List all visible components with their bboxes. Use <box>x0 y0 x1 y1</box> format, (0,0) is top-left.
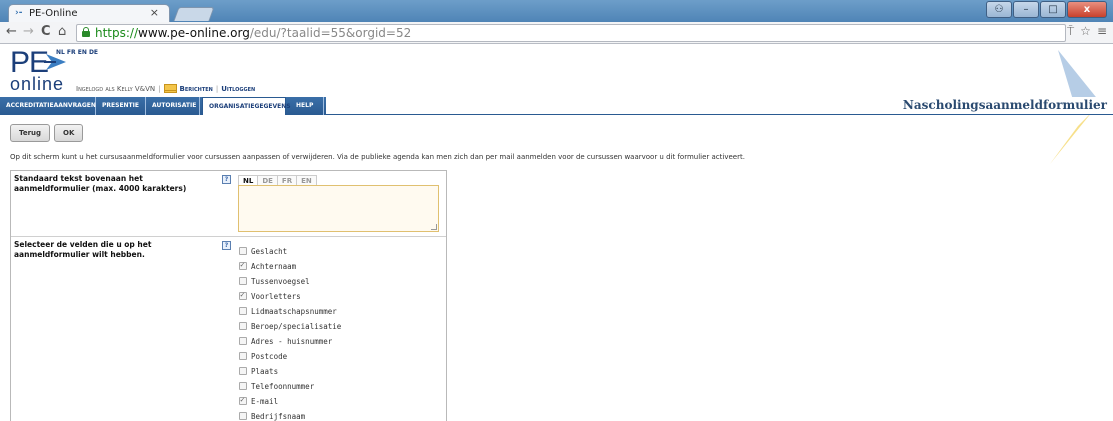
tab-autorisatie[interactable]: Autorisatie <box>146 97 200 115</box>
new-tab-button[interactable] <box>173 7 215 21</box>
text-field-label: Standaard tekst bovenaan het aanmeldform… <box>14 174 187 193</box>
checkbox[interactable] <box>239 322 247 330</box>
form-table: Standaard tekst bovenaan het aanmeldform… <box>10 170 447 421</box>
checkbox-label: Bedrijfsnaam <box>251 412 306 421</box>
browser-tab[interactable]: ›- PE-Online × <box>8 4 170 22</box>
forward-arrow-icon[interactable]: → <box>23 24 34 39</box>
checkbox-label: Plaats <box>251 367 279 376</box>
field-checkbox-item[interactable]: Plaats <box>239 362 341 376</box>
browser-titlebar: ›- PE-Online × ⚇ – □ x <box>0 0 1113 22</box>
tab-organisatiegegevens[interactable]: Organisatiegegevens <box>202 97 291 115</box>
checkbox-label: Postcode <box>251 352 288 361</box>
home-icon[interactable]: ⌂ <box>58 24 66 39</box>
reload-icon[interactable]: C <box>41 24 51 39</box>
page-action-icon[interactable]: ⍑ <box>1067 24 1074 39</box>
maximize-button[interactable]: □ <box>1040 1 1066 18</box>
checkbox-label: Achternaam <box>251 262 297 271</box>
tab-accreditatieaanvragen[interactable]: Accreditatieaanvragen <box>0 97 96 115</box>
logo-online-text: online <box>10 74 65 94</box>
language-links[interactable]: NL FR EN DE <box>56 49 98 56</box>
checkbox[interactable] <box>239 352 247 360</box>
fields-label: Selecteer de velden die u op het aanmeld… <box>14 240 152 259</box>
page-title: Nascholingsaanmeldformulier <box>902 98 1107 112</box>
field-checkbox-item[interactable]: E-mail <box>239 392 341 406</box>
tab-close-icon[interactable]: × <box>150 6 159 19</box>
checkbox[interactable] <box>239 382 247 390</box>
back-arrow-icon[interactable]: ← <box>6 24 17 39</box>
checkbox[interactable] <box>239 290 247 300</box>
field-checkbox-item[interactable]: Bedrijfsnaam <box>239 407 341 421</box>
checkbox[interactable] <box>239 367 247 375</box>
checkbox-label: Tussenvoegsel <box>251 277 310 286</box>
address-bar[interactable]: https://www.pe-online.org/edu/?taalid=55… <box>76 24 1066 42</box>
field-checkbox-item[interactable]: Geslacht <box>239 242 341 256</box>
help-icon[interactable]: ? <box>222 175 231 184</box>
checkbox[interactable] <box>239 277 247 285</box>
checkbox-label: Telefoonnummer <box>251 382 315 391</box>
user-profile-icon[interactable]: ⚇ <box>986 1 1012 18</box>
checkbox[interactable] <box>239 337 247 345</box>
field-checkbox-item[interactable]: Tussenvoegsel <box>239 272 341 286</box>
logged-in-text: Ingelogd als Kelly V&VN <box>76 84 156 93</box>
field-checkbox-list: Geslacht Achternaam Tussenvoegsel Voorlette… <box>239 242 341 421</box>
ok-button[interactable]: OK <box>54 124 84 142</box>
url-scheme: https:// <box>95 26 139 40</box>
browser-toolbar: ← → C ⌂ https://www.pe-online.org/edu/?t… <box>0 22 1113 44</box>
back-button[interactable]: Terug <box>10 124 51 142</box>
form-row-fields: Selecteer de velden die u op het aanmeld… <box>11 237 446 421</box>
decorative-yellow-arrow-icon <box>1050 112 1092 164</box>
field-checkbox-item[interactable]: Voorletters <box>239 287 341 301</box>
field-checkbox-item[interactable]: Telefoonnummer <box>239 377 341 391</box>
header-text-textarea[interactable] <box>238 185 439 232</box>
minimize-button[interactable]: – <box>1013 1 1039 18</box>
url-path: /edu/?taalid=55&orgid=52 <box>249 26 412 40</box>
checkbox-label: E-mail <box>251 397 279 406</box>
tab-title: PE-Online <box>29 8 78 19</box>
menu-icon[interactable]: ≡ <box>1097 24 1107 39</box>
checkbox-label: Voorletters <box>251 292 301 301</box>
checkbox-label: Adres - huisnummer <box>251 337 333 346</box>
lock-icon <box>82 27 90 37</box>
checkbox[interactable] <box>239 307 247 315</box>
messages-link[interactable]: Berichten <box>180 85 213 93</box>
window-controls: ⚇ – □ x <box>986 1 1107 18</box>
url-host: www.pe-online.org <box>138 26 250 40</box>
field-checkbox-item[interactable]: Postcode <box>239 347 341 361</box>
field-checkbox-item[interactable]: Achternaam <box>239 257 341 271</box>
url-text: https://www.pe-online.org/edu/?taalid=55… <box>95 26 411 40</box>
logout-link[interactable]: Uitloggen <box>221 85 255 93</box>
intro-text: Op dit scherm kunt u het cursusaanmeldfo… <box>10 153 745 161</box>
toolbar-right: ⍑ ☆ ≡ <box>1067 24 1107 39</box>
tab-presentie[interactable]: Presentie <box>96 97 146 115</box>
checkbox[interactable] <box>239 247 247 255</box>
pe-online-favicon-icon: ›- <box>15 8 23 18</box>
user-bar: Ingelogd als Kelly V&VN | Berichten | Ui… <box>76 84 255 93</box>
checkbox[interactable] <box>239 260 247 270</box>
mail-icon[interactable] <box>163 84 177 93</box>
field-checkbox-item[interactable]: Lidmaatschapsnummer <box>239 302 341 316</box>
tab-help[interactable]: Help <box>290 97 324 115</box>
help-icon[interactable]: ? <box>222 241 231 250</box>
resize-grip-icon[interactable] <box>431 224 437 230</box>
close-window-button[interactable]: x <box>1067 1 1107 18</box>
checkbox[interactable] <box>239 412 247 420</box>
checkbox-label: Beroep/specialisatie <box>251 322 342 331</box>
form-row-text: Standaard tekst bovenaan het aanmeldform… <box>11 171 446 237</box>
bookmark-star-icon[interactable]: ☆ <box>1080 24 1091 39</box>
field-checkbox-item[interactable]: Beroep/specialisatie <box>239 317 341 331</box>
field-checkbox-item[interactable]: Adres - huisnummer <box>239 332 341 346</box>
separator: | <box>215 84 219 93</box>
separator: | <box>158 84 161 93</box>
checkbox-label: Lidmaatschapsnummer <box>251 307 337 316</box>
checkbox[interactable] <box>239 395 247 405</box>
checkbox-label: Geslacht <box>251 247 288 256</box>
